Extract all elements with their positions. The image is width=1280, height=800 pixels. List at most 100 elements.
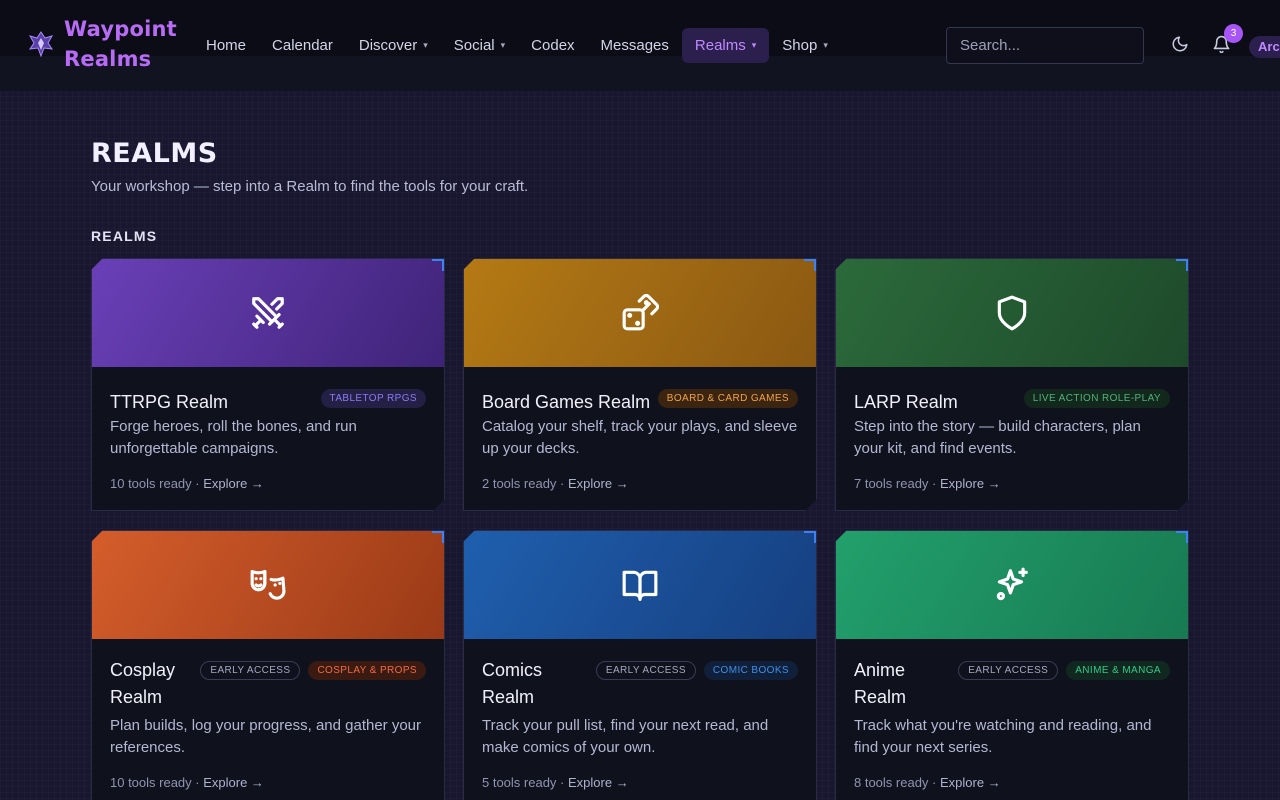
nav-item-label: Messages [600, 36, 669, 54]
tools-count: 2 tools ready [482, 476, 557, 491]
realm-card-larp-realm[interactable]: LARP Realm LIVE ACTION ROLE-PLAY Step into… [835, 258, 1189, 511]
notification-count-badge: 3 [1224, 24, 1243, 43]
realm-card-description: Forge heroes, roll the bones, and run un… [110, 418, 357, 457]
realm-card-banner [92, 531, 444, 639]
open-book-icon [621, 566, 659, 604]
card-corner-accent [804, 531, 816, 543]
nav-item-home[interactable]: Home [193, 28, 259, 63]
early-access-badge: EARLY ACCESS [596, 661, 696, 680]
realm-card-banner [464, 531, 816, 639]
user-menu-button[interactable]: Arc [1249, 36, 1280, 58]
explore-link[interactable]: Explore → [203, 476, 264, 491]
top-header: Waypoint Realms Home Calendar Discover ▾ Soc… [0, 0, 1280, 91]
card-corner-accent [804, 259, 816, 271]
separator-dot: · [928, 476, 940, 491]
realm-card-footer: 8 tools ready · Explore → [854, 775, 1001, 790]
realm-card-footer: 7 tools ready · Explore → [854, 476, 1001, 491]
category-badge: LIVE ACTION ROLE-PLAY [1024, 389, 1170, 408]
chevron-down-icon: ▾ [823, 39, 828, 50]
page-title: REALMS [91, 138, 218, 169]
category-badge: TABLETOP RPGS [321, 389, 426, 408]
realm-card-cosplay-realm[interactable]: Cosplay Realm EARLY ACCESS COSPLAY & PROPS… [91, 530, 445, 800]
explore-link[interactable]: Explore → [203, 775, 264, 790]
moon-icon [1172, 36, 1188, 52]
nav-item-social[interactable]: Social ▾ [441, 28, 518, 63]
nav-item-label: Social [453, 36, 495, 54]
realm-card-banner [836, 259, 1188, 367]
nav-item-label: Discover [358, 36, 418, 54]
logo-text-line1: Waypoint [64, 17, 177, 41]
sparkles-icon [993, 566, 1031, 604]
logo-text-line2: Realms [64, 47, 152, 71]
realm-card-description: Plan builds, log your progress, and gath… [110, 717, 422, 756]
tools-count: 7 tools ready [854, 476, 929, 491]
separator-dot: · [556, 476, 568, 491]
realm-card-footer: 2 tools ready · Explore → [482, 476, 629, 491]
page-subtitle: Your workshop — step into a Realm to fin… [91, 178, 529, 195]
realm-card-banner [464, 259, 816, 367]
realm-card-tags: EARLY ACCESS ANIME & MANGA [958, 661, 1170, 680]
theater-masks-icon [249, 566, 287, 604]
realm-card-comics-realm[interactable]: Comics Realm EARLY ACCESS COMIC BOOKS Track… [463, 530, 817, 800]
early-access-badge: EARLY ACCESS [958, 661, 1058, 680]
separator-dot: · [928, 775, 940, 790]
realm-card-description: Step into the story — build characters, … [854, 418, 1141, 457]
category-badge: ANIME & MANGA [1066, 661, 1170, 680]
section-label: REALMS [91, 228, 158, 244]
realm-card-title: LARP Realm [854, 392, 958, 412]
nav-item-label: Realms [694, 36, 746, 54]
early-access-badge: EARLY ACCESS [200, 661, 300, 680]
theme-toggle-button[interactable] [1169, 33, 1191, 55]
realm-card-tags: LIVE ACTION ROLE-PLAY [1024, 389, 1170, 408]
main-nav: Home Calendar Discover ▾ Social ▾ Codex Message… [193, 27, 841, 63]
search-input[interactable] [946, 27, 1144, 64]
explore-link[interactable]: Explore → [568, 775, 629, 790]
nav-item-messages[interactable]: Messages [588, 28, 682, 63]
realm-card-footer: 5 tools ready · Explore → [482, 775, 629, 790]
card-corner-accent [432, 531, 444, 543]
card-corner-accent [1176, 259, 1188, 271]
tools-count: 10 tools ready [110, 476, 192, 491]
realm-card-description: Catalog your shelf, track your plays, an… [482, 418, 798, 457]
realm-card-tags: EARLY ACCESS COMIC BOOKS [596, 661, 798, 680]
realm-card-tags: BOARD & CARD GAMES [658, 389, 798, 408]
shield-icon [993, 294, 1031, 332]
explore-link[interactable]: Explore → [940, 775, 1001, 790]
tools-count: 8 tools ready [854, 775, 929, 790]
separator-dot: · [556, 775, 568, 790]
chevron-down-icon: ▾ [751, 39, 757, 50]
chevron-down-icon: ▾ [500, 39, 506, 50]
realm-card-tags: EARLY ACCESS COSPLAY & PROPS [200, 661, 426, 680]
nav-item-realms[interactable]: Realms ▾ [681, 27, 770, 63]
nav-item-codex[interactable]: Codex [518, 28, 587, 63]
separator-dot: · [191, 476, 204, 491]
nav-item-label: Home [206, 36, 247, 54]
nav-item-label: Calendar [272, 36, 333, 54]
card-corner-accent [1176, 531, 1188, 543]
realm-card-title: Anime Realm [854, 660, 907, 707]
category-badge: COSPLAY & PROPS [308, 661, 426, 680]
nav-item-label: Codex [531, 36, 575, 54]
tools-count: 10 tools ready [110, 775, 192, 790]
realm-card-ttrpg-realm[interactable]: TTRPG Realm TABLETOP RPGS Forge heroes, ro… [91, 258, 445, 511]
explore-link[interactable]: Explore → [940, 476, 1001, 491]
realm-card-anime-realm[interactable]: Anime Realm EARLY ACCESS ANIME & MANGA Trac… [835, 530, 1189, 800]
realm-card-banner [92, 259, 444, 367]
realm-card-board-games-realm[interactable]: Board Games Realm BOARD & CARD GAMES Catal… [463, 258, 817, 511]
realm-card-description: Track your pull list, find your next rea… [482, 717, 769, 756]
category-badge: COMIC BOOKS [704, 661, 798, 680]
card-corner-accent [432, 259, 444, 271]
dice-icon [621, 294, 659, 332]
realm-card-banner [836, 531, 1188, 639]
nav-item-discover[interactable]: Discover ▾ [346, 28, 441, 63]
separator-dot: · [191, 775, 204, 790]
nav-item-calendar[interactable]: Calendar [259, 28, 346, 63]
realm-card-footer: 10 tools ready · Explore → [110, 476, 264, 491]
realm-card-tags: TABLETOP RPGS [321, 389, 426, 408]
nav-item-shop[interactable]: Shop ▾ [769, 28, 841, 63]
logo[interactable]: Waypoint Realms [26, 14, 177, 74]
explore-link[interactable]: Explore → [568, 476, 629, 491]
realm-card-title: Board Games Realm [482, 392, 651, 412]
realm-card-title: Cosplay Realm [110, 660, 176, 707]
realm-card-description: Track what you're watching and reading, … [854, 717, 1152, 756]
